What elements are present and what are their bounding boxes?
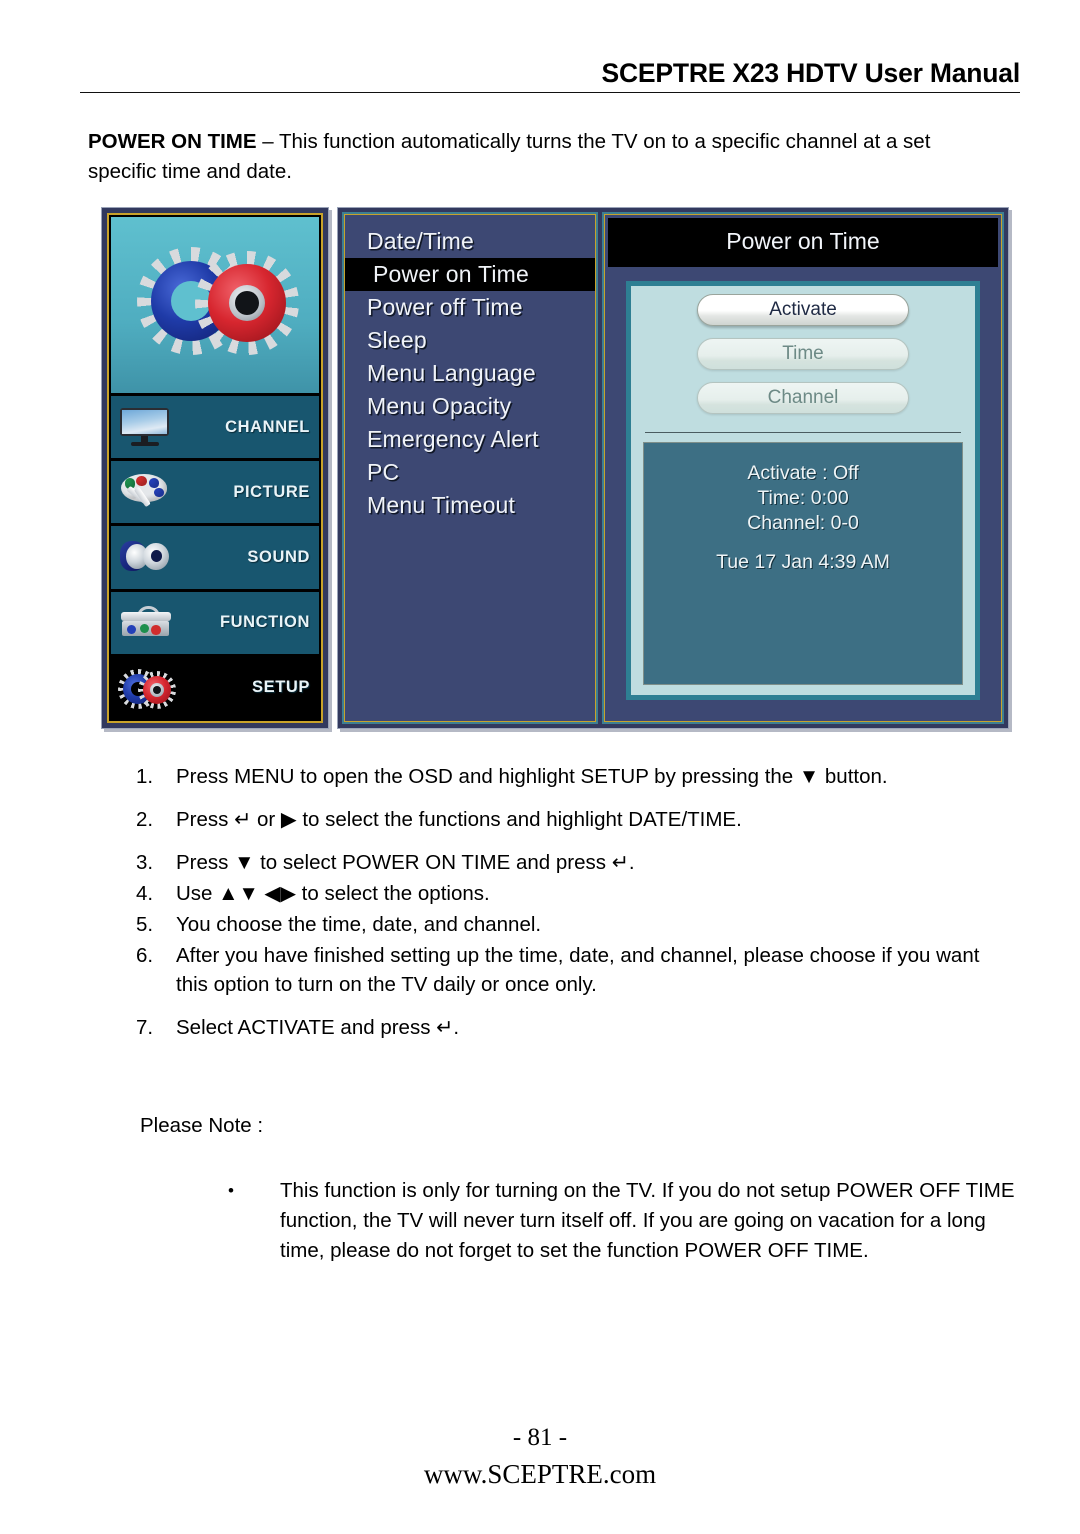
intro-term: POWER ON TIME xyxy=(88,130,257,153)
sidebar-item-label: SOUND xyxy=(247,548,310,566)
palette-icon xyxy=(116,469,178,515)
sidebar-item-picture[interactable]: PICTURE xyxy=(111,461,319,524)
status-time: Time: 0:00 xyxy=(757,487,849,509)
toolbox-icon xyxy=(116,600,178,646)
menu-item-emergency-alert[interactable]: Emergency Alert xyxy=(345,423,595,456)
detail-body: Activate Time Channel Activate : Off Tim… xyxy=(626,281,980,700)
step-number: 3. xyxy=(136,851,154,874)
step-item: 3. Press ▼ to select POWER ON TIME and p… xyxy=(136,848,1011,877)
step-text: Select ACTIVATE and press ↵. xyxy=(176,1016,460,1039)
instruction-steps: 1. Press MENU to open the OSD and highli… xyxy=(136,762,1011,1044)
osd-menu-list: Date/Time Power on Time Power off Time S… xyxy=(342,212,598,724)
step-text: Press ▼ to select POWER ON TIME and pres… xyxy=(176,851,635,874)
status-activate: Activate : Off xyxy=(747,462,859,484)
menu-item-power-on-time[interactable]: Power on Time xyxy=(345,258,595,291)
osd-screenshot: CHANNEL PICTURE SOUND FUNCTION SETUP Dat… xyxy=(101,207,1009,729)
sidebar-item-function[interactable]: FUNCTION xyxy=(111,591,319,654)
menu-item-date-time[interactable]: Date/Time xyxy=(345,225,595,258)
sidebar-item-sound[interactable]: SOUND xyxy=(111,526,319,589)
menu-item-menu-language[interactable]: Menu Language xyxy=(345,357,595,390)
footer-url: www.SCEPTRE.com xyxy=(423,1459,657,1489)
step-number: 6. xyxy=(136,944,154,967)
step-text: Press ↵ or ▶ to select the functions and… xyxy=(176,808,742,831)
sidebar-item-label: PICTURE xyxy=(233,482,310,501)
page-number: - 81 - xyxy=(512,1424,568,1451)
intro-dash: – xyxy=(256,130,279,153)
activate-button[interactable]: Activate xyxy=(697,294,909,326)
osd-icon-rail: CHANNEL PICTURE SOUND FUNCTION SETUP xyxy=(101,207,329,729)
step-number: 7. xyxy=(136,1016,154,1039)
sidebar-item-label: FUNCTION xyxy=(219,613,310,632)
menu-item-pc[interactable]: PC xyxy=(345,456,595,489)
detail-title: Power on Time xyxy=(608,218,998,267)
status-channel: Channel: 0-0 xyxy=(747,512,859,534)
bullet-icon: • xyxy=(228,1181,234,1200)
speaker-icon xyxy=(116,535,178,581)
step-number: 2. xyxy=(136,808,154,831)
status-spacer xyxy=(644,536,962,550)
osd-detail-panel: Power on Time Activate Time Channel Acti… xyxy=(602,212,1004,724)
tv-icon xyxy=(116,404,178,450)
note-heading: Please Note : xyxy=(140,1114,264,1137)
step-text: Press MENU to open the OSD and highlight… xyxy=(176,765,888,788)
step-item: 4. Use ▲▼ ◀▶ to select the options. xyxy=(136,879,1011,908)
sidebar-item-label: CHANNEL xyxy=(225,417,310,436)
step-item: 7. Select ACTIVATE and press ↵. xyxy=(136,1013,1011,1042)
status-clock: Tue 17 Jan 4:39 AM xyxy=(716,551,890,573)
note-block: • This function is only for turning on t… xyxy=(228,1176,1018,1266)
page-header: SCEPTRE X23 HDTV User Manual xyxy=(80,58,1020,93)
step-item: 6. After you have finished setting up th… xyxy=(136,941,1011,999)
gears-icon xyxy=(111,217,319,393)
gears-icon xyxy=(116,665,178,711)
status-readout: Activate : Off Time: 0:00 Channel: 0-0 T… xyxy=(643,442,963,685)
osd-main-panel: Date/Time Power on Time Power off Time S… xyxy=(337,207,1009,729)
sidebar-item-setup[interactable]: SETUP xyxy=(111,656,319,720)
step-text: You choose the time, date, and channel. xyxy=(176,913,542,936)
step-number: 1. xyxy=(136,765,154,788)
step-text: After you have finished setting up the t… xyxy=(176,944,980,996)
osd-rail-inner: CHANNEL PICTURE SOUND FUNCTION SETUP xyxy=(107,213,323,723)
step-item: 1. Press MENU to open the OSD and highli… xyxy=(136,762,1011,791)
step-item: 2. Press ↵ or ▶ to select the functions … xyxy=(136,805,1011,834)
step-number: 4. xyxy=(136,882,154,905)
sidebar-item-label: SETUP xyxy=(251,678,310,697)
time-button[interactable]: Time xyxy=(697,338,909,370)
note-text: This function is only for turning on the… xyxy=(280,1179,1015,1262)
menu-item-sleep[interactable]: Sleep xyxy=(345,324,595,357)
step-text: Use ▲▼ ◀▶ to select the options. xyxy=(176,882,490,905)
menu-item-power-off-time[interactable]: Power off Time xyxy=(345,291,595,324)
setup-hero-image xyxy=(111,217,319,393)
step-item: 5. You choose the time, date, and channe… xyxy=(136,910,1011,939)
channel-button[interactable]: Channel xyxy=(697,382,909,414)
step-number: 5. xyxy=(136,913,154,936)
sidebar-item-channel[interactable]: CHANNEL xyxy=(111,396,319,459)
menu-item-menu-opacity[interactable]: Menu Opacity xyxy=(345,390,595,423)
detail-divider xyxy=(645,432,961,433)
intro-paragraph: POWER ON TIME – This function automatica… xyxy=(88,127,993,187)
manual-title: SCEPTRE X23 HDTV User Manual xyxy=(601,58,1020,88)
gear-red-hole xyxy=(235,291,259,315)
menu-item-menu-timeout[interactable]: Menu Timeout xyxy=(345,489,595,522)
